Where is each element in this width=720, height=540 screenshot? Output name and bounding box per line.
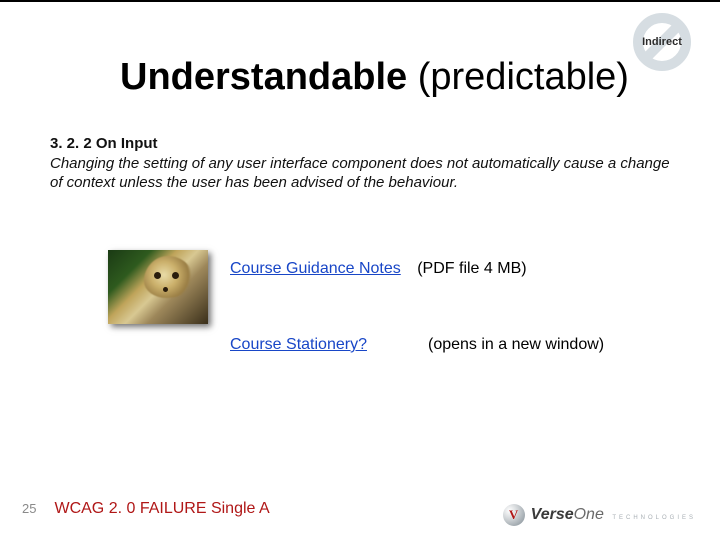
logo-lead: Verse xyxy=(531,506,574,523)
guidance-note-text: (PDF file 4 MB) xyxy=(417,260,526,277)
slide: Indirect Understandable (predictable) 3.… xyxy=(0,0,720,540)
stationery-note: (opens in a new window) xyxy=(428,336,604,354)
dog-image xyxy=(108,250,208,324)
guideline-section: 3. 2. 2 On Input Changing the setting of… xyxy=(50,134,670,193)
guideline-number: 3. 2. 2 On Input xyxy=(50,135,158,152)
verseone-logo: VerseOne TECHNOLOGIES xyxy=(503,504,696,526)
page-number: 25 xyxy=(22,501,36,516)
logo-text: VerseOne TECHNOLOGIES xyxy=(531,506,696,524)
course-guidance-link[interactable]: Course Guidance Notes xyxy=(230,260,401,277)
stationery-link-row: Course Stationery? xyxy=(230,336,367,354)
slide-title: Understandable (predictable) xyxy=(120,56,629,99)
footer-right: VerseOne TECHNOLOGIES xyxy=(503,504,696,526)
title-strong: Understandable xyxy=(120,56,407,98)
indirect-badge: Indirect xyxy=(632,12,692,72)
logo-mark-icon xyxy=(503,504,525,526)
title-sub-text: (predictable) xyxy=(418,56,629,98)
guideline-body: Changing the setting of any user interfa… xyxy=(50,155,670,192)
footer-left: 25 WCAG 2. 0 FAILURE Single A xyxy=(22,500,270,518)
failure-label: WCAG 2. 0 FAILURE Single A xyxy=(54,500,269,518)
badge-label: Indirect xyxy=(642,36,682,48)
guidance-link-row: Course Guidance Notes (PDF file 4 MB) xyxy=(230,260,527,278)
logo-rest: One xyxy=(574,506,604,523)
logo-tech: TECHNOLOGIES xyxy=(612,515,696,521)
course-stationery-link[interactable]: Course Stationery? xyxy=(230,336,367,353)
